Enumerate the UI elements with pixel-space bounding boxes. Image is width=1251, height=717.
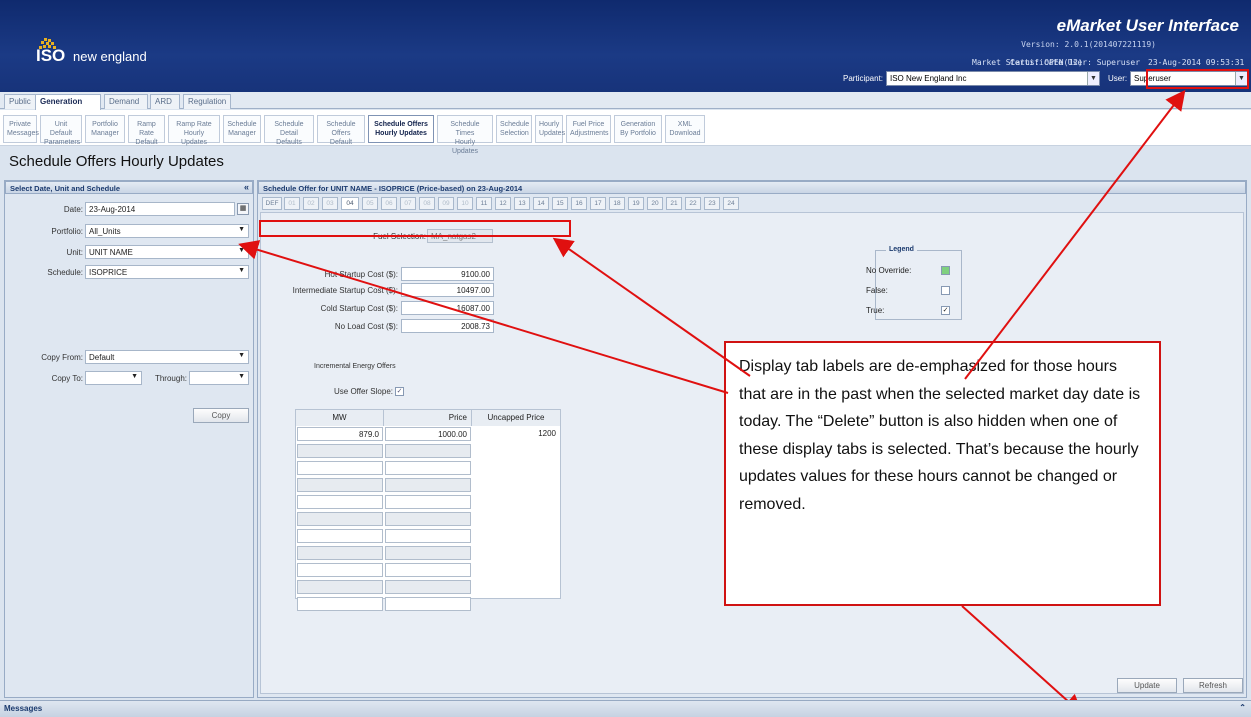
messages-label: Messages — [4, 704, 43, 713]
arrow-to-user — [964, 89, 1186, 380]
expand-icon[interactable]: ⌃ — [1239, 703, 1246, 712]
arrow-to-refresh — [961, 605, 1083, 715]
messages-bar[interactable]: Messages ⌃ — [0, 700, 1251, 717]
annotation-arrows — [238, 89, 1186, 715]
arrow-to-portfolio — [238, 240, 729, 394]
arrow-to-fuel — [552, 237, 751, 377]
